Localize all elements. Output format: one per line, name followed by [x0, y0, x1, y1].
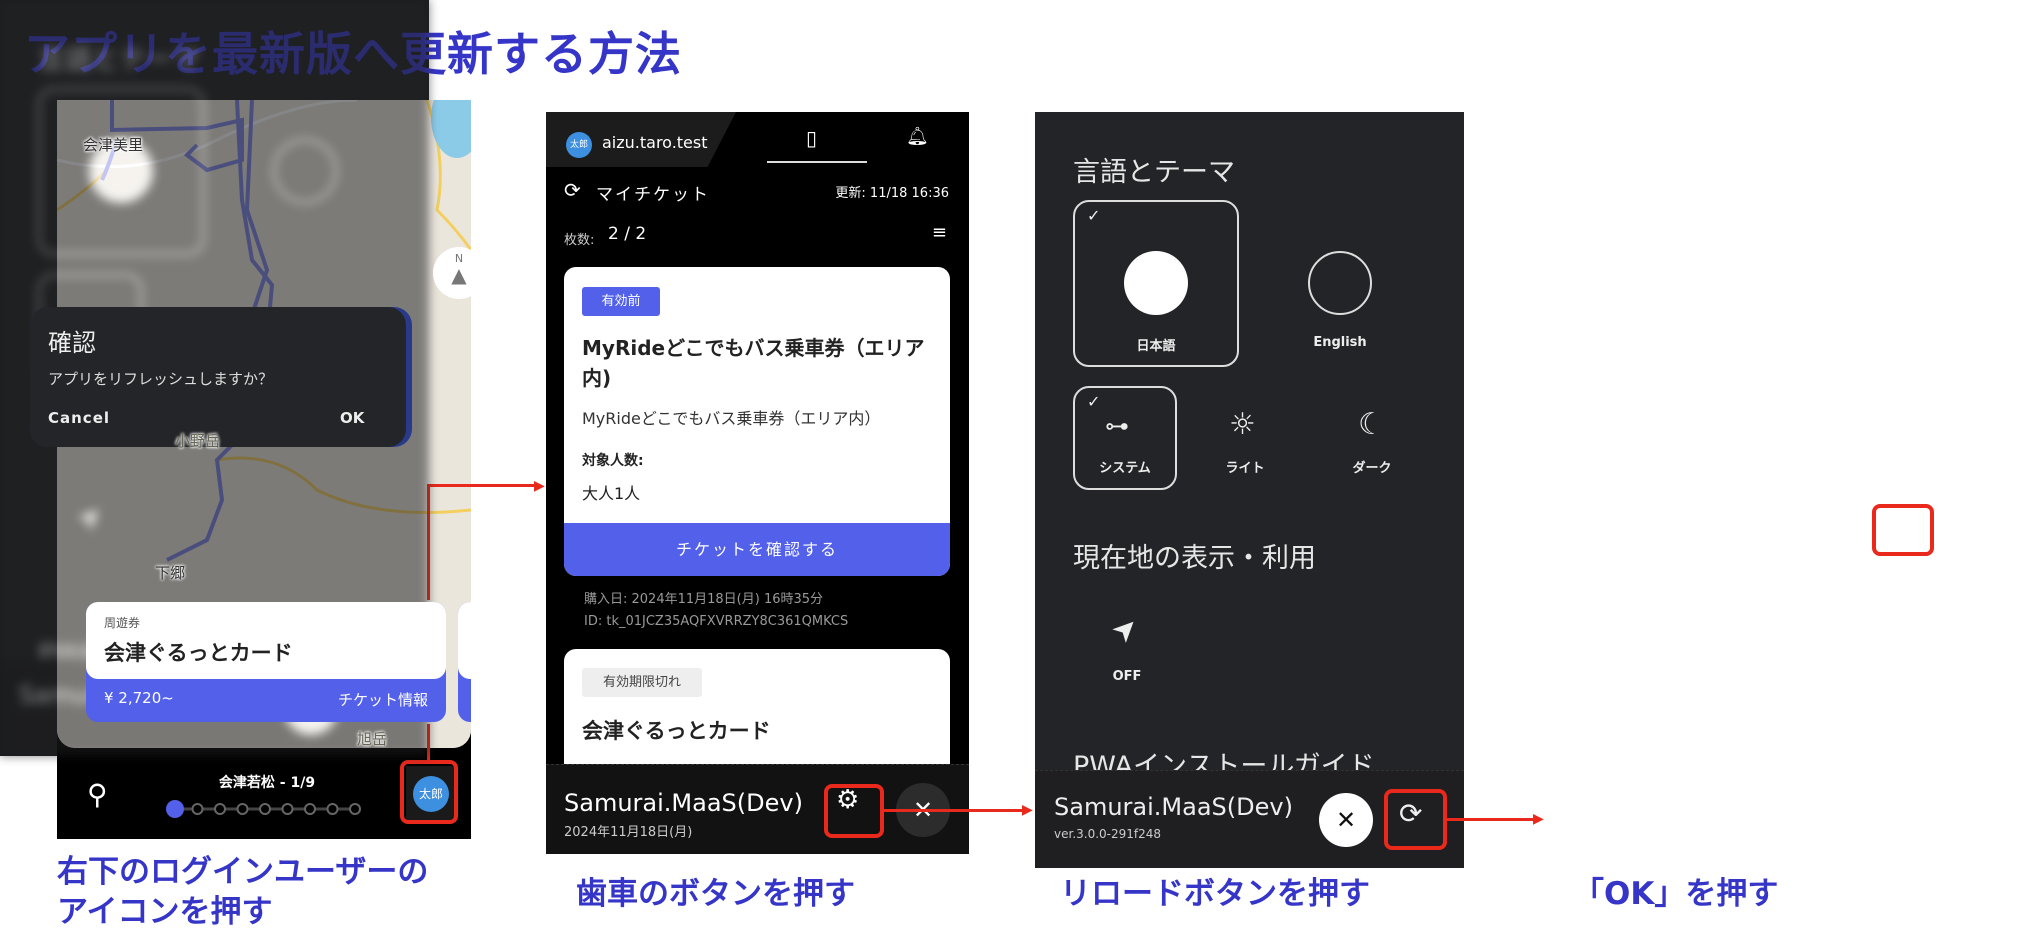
theme-label: システム	[1099, 461, 1151, 476]
close-icon[interactable]: ✕	[896, 783, 950, 837]
dialog-message: アプリをリフレッシュしますか？	[48, 370, 274, 388]
count-label: 枚数:	[564, 233, 595, 248]
toggle-icon: ⊶	[1105, 412, 1129, 440]
screen-my-tickets: 太郎 aizu.taro.test ▯ 🔔︎ ⟳ マイチケット 更新: 11/1…	[546, 112, 969, 854]
footer: Samurai.MaaS(Dev) 2024年11月18日(月) ⚙ ✕	[546, 764, 969, 854]
cancel-button[interactable]: Cancel	[48, 409, 110, 427]
check-icon: ✓	[1087, 206, 1101, 225]
location-value: OFF	[1112, 669, 1142, 684]
ticket-title: MyRideどこでもバス乗車券（エリア内)	[582, 336, 925, 390]
ticket-category: 周遊券	[104, 616, 141, 630]
view-ticket-button[interactable]: チケットを確認する	[564, 523, 950, 576]
station-dot[interactable]	[281, 803, 294, 815]
screen-settings: 言語とテーマ ✓ 日本語 English ✓ ⊶ システム ☼ ライト ☾ ダー…	[1035, 112, 1464, 868]
people-label: 対象人数:	[582, 453, 644, 469]
footer-date: 2024年11月18日(月)	[564, 825, 693, 840]
theme-label[interactable]: ライト	[1185, 457, 1305, 476]
station-dot[interactable]	[326, 803, 339, 815]
next-ticket-card[interactable]	[458, 602, 471, 722]
check-icon: ✓	[1087, 392, 1101, 411]
status-badge: 有効期限切れ	[582, 668, 702, 697]
caption-step3: リロードボタンを押す	[1060, 876, 1370, 912]
map-label: 下郷	[155, 564, 186, 582]
station-progress[interactable]	[165, 798, 365, 820]
confirm-dialog: 確認 アプリをリフレッシュしますか？ Cancel OK	[30, 307, 406, 447]
station-dot[interactable]	[236, 803, 249, 815]
section-lang-theme: 言語とテーマ	[1073, 157, 1235, 188]
compass-icon: ▲	[451, 263, 467, 287]
search-icon[interactable]: ⚲	[87, 778, 108, 811]
footer: Samurai.MaaS(Dev) ver.3.0.0-291f248 ✕ ⟳	[1035, 770, 1464, 868]
app-name: Samurai.MaaS(Dev)	[564, 789, 803, 817]
current-station-dot	[166, 800, 184, 818]
arrow-head-icon: ▶	[534, 478, 545, 494]
map-label: 旭岳	[357, 730, 388, 748]
version: ver.3.0.0-291f248	[1054, 827, 1162, 841]
dialog-title: 確認	[48, 329, 96, 357]
gear-icon[interactable]: ⚙	[836, 785, 859, 815]
globe-icon	[273, 139, 337, 203]
location-arrow-icon: ➤	[69, 496, 112, 539]
app-name: Samurai.MaaS(Dev)	[1054, 793, 1293, 821]
section-title: マイチケット	[596, 185, 710, 205]
purchase-info: 購入日: 2024年11月18日(月) 16時35分 ID: tk_01JCZ35…	[584, 592, 849, 629]
ticket-card[interactable]: 周遊券 会津ぐるっとカード ¥ 2,720~ チケット情報	[86, 602, 446, 722]
station-dot[interactable]	[349, 803, 361, 815]
people-value: 大人1人	[582, 484, 641, 503]
section-lang-theme: 言語とテーマ	[38, 45, 200, 76]
updated-time: 更新: 11/18 16:36	[835, 186, 949, 201]
sun-icon[interactable]: ☼	[1229, 407, 1256, 442]
refresh-icon[interactable]: ⟳	[564, 178, 581, 202]
avatar-icon[interactable]: 太郎	[413, 776, 449, 812]
arrow-head-icon: ▶	[1533, 811, 1544, 827]
count-value: 2 / 2	[608, 224, 647, 244]
caption-step4: 「OK」を押す	[1573, 876, 1779, 912]
arrow-head-icon: ▶	[1022, 802, 1033, 818]
ok-button[interactable]: OK	[340, 409, 364, 427]
ticket-subtitle: MyRideどこでもバス乗車券（エリア内）	[582, 409, 881, 428]
moon-icon[interactable]: ☾	[1358, 407, 1385, 442]
compass-button[interactable]: N ▲	[433, 247, 471, 299]
map-label: 小野岳	[175, 432, 221, 450]
bell-icon[interactable]: 🔔︎	[906, 126, 929, 147]
station-label: 会津若松 - 1/9	[218, 775, 316, 791]
lang-label[interactable]: English	[1280, 335, 1400, 350]
caption-step1: 右下のログインユーザーの アイコンを押す	[57, 854, 429, 930]
ticket-name: 会津ぐるっとカード	[104, 641, 293, 665]
station-dot[interactable]	[259, 803, 271, 815]
japan-flag-icon	[1124, 251, 1188, 315]
ticket-tab-icon[interactable]: ▯	[806, 126, 817, 150]
highlight-ok	[1872, 504, 1934, 556]
tab-underline	[767, 161, 867, 163]
close-icon[interactable]: ✕	[1319, 793, 1373, 847]
globe-icon[interactable]	[1308, 251, 1372, 315]
ticket-title: 会津ぐるっとカード	[582, 719, 771, 743]
ticket-price: ¥ 2,720~	[104, 689, 174, 707]
ticket-info-link[interactable]: チケット情報	[338, 689, 428, 710]
theme-label[interactable]: ダーク	[1312, 457, 1432, 476]
section-location: 現在地の表示・利用	[1073, 543, 1316, 574]
username: aizu.taro.test	[602, 133, 708, 152]
reload-icon[interactable]: ⟳	[1399, 797, 1422, 830]
status-badge: 有効前	[582, 287, 660, 316]
map-label: 会津美里	[83, 136, 144, 154]
filter-icon[interactable]: ≡	[932, 222, 947, 243]
ticket-card[interactable]: 有効前 MyRideどこでもバス乗車券（エリア内) MyRideどこでもバス乗車…	[564, 267, 950, 576]
caption-step2: 歯車のボタンを押す	[576, 876, 855, 912]
lang-label: 日本語	[1136, 339, 1176, 354]
station-dot[interactable]	[214, 803, 226, 815]
location-arrow-icon[interactable]: ➤	[1104, 608, 1147, 651]
avatar-icon: 太郎	[566, 132, 592, 158]
station-dot[interactable]	[191, 803, 204, 815]
station-dot[interactable]	[304, 803, 316, 815]
